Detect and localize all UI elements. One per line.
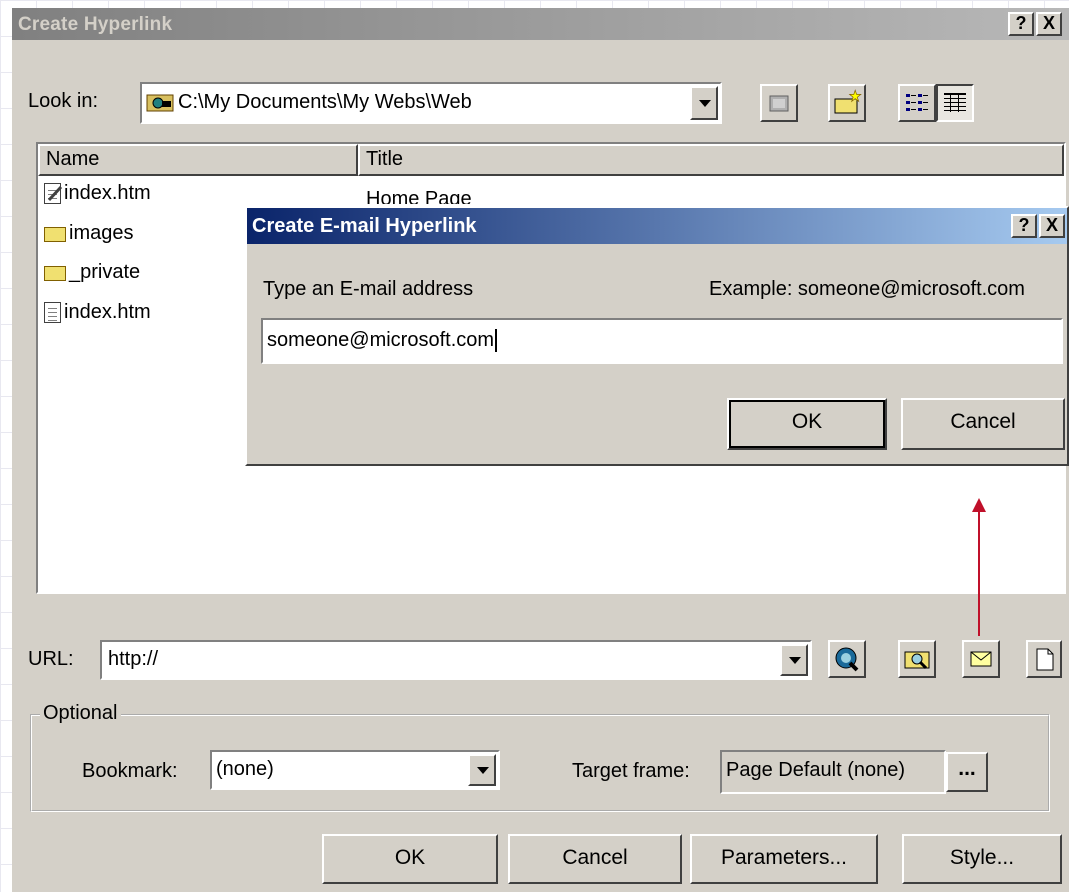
parameters-button[interactable]: Parameters... bbox=[690, 834, 878, 884]
file-title: Home Page bbox=[366, 188, 472, 204]
bookmark-dropdown[interactable]: (none) bbox=[210, 750, 500, 790]
email-cancel-button[interactable]: Cancel bbox=[901, 398, 1065, 450]
title-bar: Create Hyperlink ? X bbox=[12, 8, 1069, 40]
list-item[interactable]: index.htm bbox=[44, 301, 151, 324]
target-frame-field[interactable]: Page Default (none) bbox=[720, 750, 946, 794]
url-value: http:// bbox=[108, 648, 159, 670]
annotation-arrow bbox=[978, 508, 980, 636]
file-name: images bbox=[69, 222, 134, 244]
column-header-title[interactable]: Title bbox=[358, 144, 1064, 176]
email-example-label: Example: someone@microsoft.com bbox=[709, 278, 1025, 300]
file-name: _private bbox=[69, 261, 141, 283]
column-header-name[interactable]: Name bbox=[38, 144, 358, 176]
list-item[interactable]: _private bbox=[44, 261, 140, 284]
cancel-button[interactable]: Cancel bbox=[508, 834, 682, 884]
list-item[interactable]: index.htm bbox=[44, 182, 151, 205]
ok-button[interactable]: OK bbox=[322, 834, 498, 884]
dialog-title: Create Hyperlink bbox=[18, 14, 173, 35]
drive-icon bbox=[146, 91, 174, 113]
file-name: index.htm bbox=[64, 182, 151, 204]
list-item[interactable]: images bbox=[44, 222, 133, 245]
look-in-dropdown[interactable]: C:\My Documents\My Webs\Web bbox=[140, 82, 722, 124]
close-button[interactable]: X bbox=[1036, 12, 1062, 36]
target-frame-value: Page Default (none) bbox=[726, 759, 906, 781]
look-in-label: Look in: bbox=[28, 90, 99, 112]
email-address-input[interactable]: someone@microsoft.com bbox=[261, 318, 1063, 364]
page-icon bbox=[44, 302, 61, 324]
target-frame-browse-button[interactable]: ... bbox=[946, 752, 988, 792]
look-in-path: C:\My Documents\My Webs\Web bbox=[178, 91, 472, 113]
folder-icon bbox=[44, 223, 66, 245]
bookmark-dropdown-arrow[interactable] bbox=[468, 754, 496, 786]
email-dialog-title: Create E-mail Hyperlink bbox=[252, 215, 477, 237]
help-button[interactable]: ? bbox=[1008, 12, 1034, 36]
browse-file-icon[interactable] bbox=[898, 640, 936, 678]
up-one-level-icon[interactable] bbox=[760, 84, 798, 122]
new-page-icon[interactable] bbox=[1026, 640, 1062, 678]
target-frame-label: Target frame: bbox=[572, 760, 690, 782]
style-button[interactable]: Style... bbox=[902, 834, 1062, 884]
url-dropdown-arrow[interactable] bbox=[780, 644, 808, 676]
optional-label: Optional bbox=[40, 702, 121, 725]
file-name: index.htm bbox=[64, 301, 151, 323]
bookmark-value: (none) bbox=[216, 758, 274, 780]
new-folder-icon[interactable] bbox=[828, 84, 866, 122]
email-close-button[interactable]: X bbox=[1039, 214, 1065, 238]
url-label: URL: bbox=[28, 648, 74, 670]
url-input[interactable]: http:// bbox=[100, 640, 812, 680]
email-input-value: someone@microsoft.com bbox=[267, 329, 498, 352]
details-view-icon[interactable] bbox=[936, 84, 974, 122]
email-prompt-label: Type an E-mail address bbox=[263, 278, 474, 300]
browse-label: ... bbox=[958, 757, 976, 780]
email-ok-button[interactable]: OK bbox=[727, 398, 887, 450]
browse-web-icon[interactable] bbox=[828, 640, 866, 678]
email-icon[interactable] bbox=[962, 640, 1000, 678]
create-email-hyperlink-dialog: Create E-mail Hyperlink ? X Type an E-ma… bbox=[245, 206, 1069, 466]
email-help-button[interactable]: ? bbox=[1011, 214, 1037, 238]
bookmark-label: Bookmark: bbox=[82, 760, 178, 782]
list-view-icon[interactable] bbox=[898, 84, 936, 122]
folder-icon bbox=[44, 262, 66, 284]
optional-group: Optional Bookmark: (none) Target frame: … bbox=[30, 702, 1050, 812]
look-in-dropdown-arrow[interactable] bbox=[690, 86, 718, 120]
email-title-bar: Create E-mail Hyperlink ? X bbox=[247, 208, 1067, 244]
edit-page-icon bbox=[44, 183, 63, 205]
